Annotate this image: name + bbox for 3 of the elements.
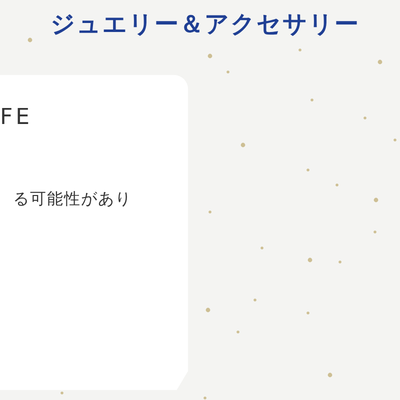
section-heading: ジュエリー＆アクセサリー	[50, 9, 360, 40]
card-title: FE	[0, 105, 33, 132]
card-text: る可能性があり	[13, 189, 132, 210]
